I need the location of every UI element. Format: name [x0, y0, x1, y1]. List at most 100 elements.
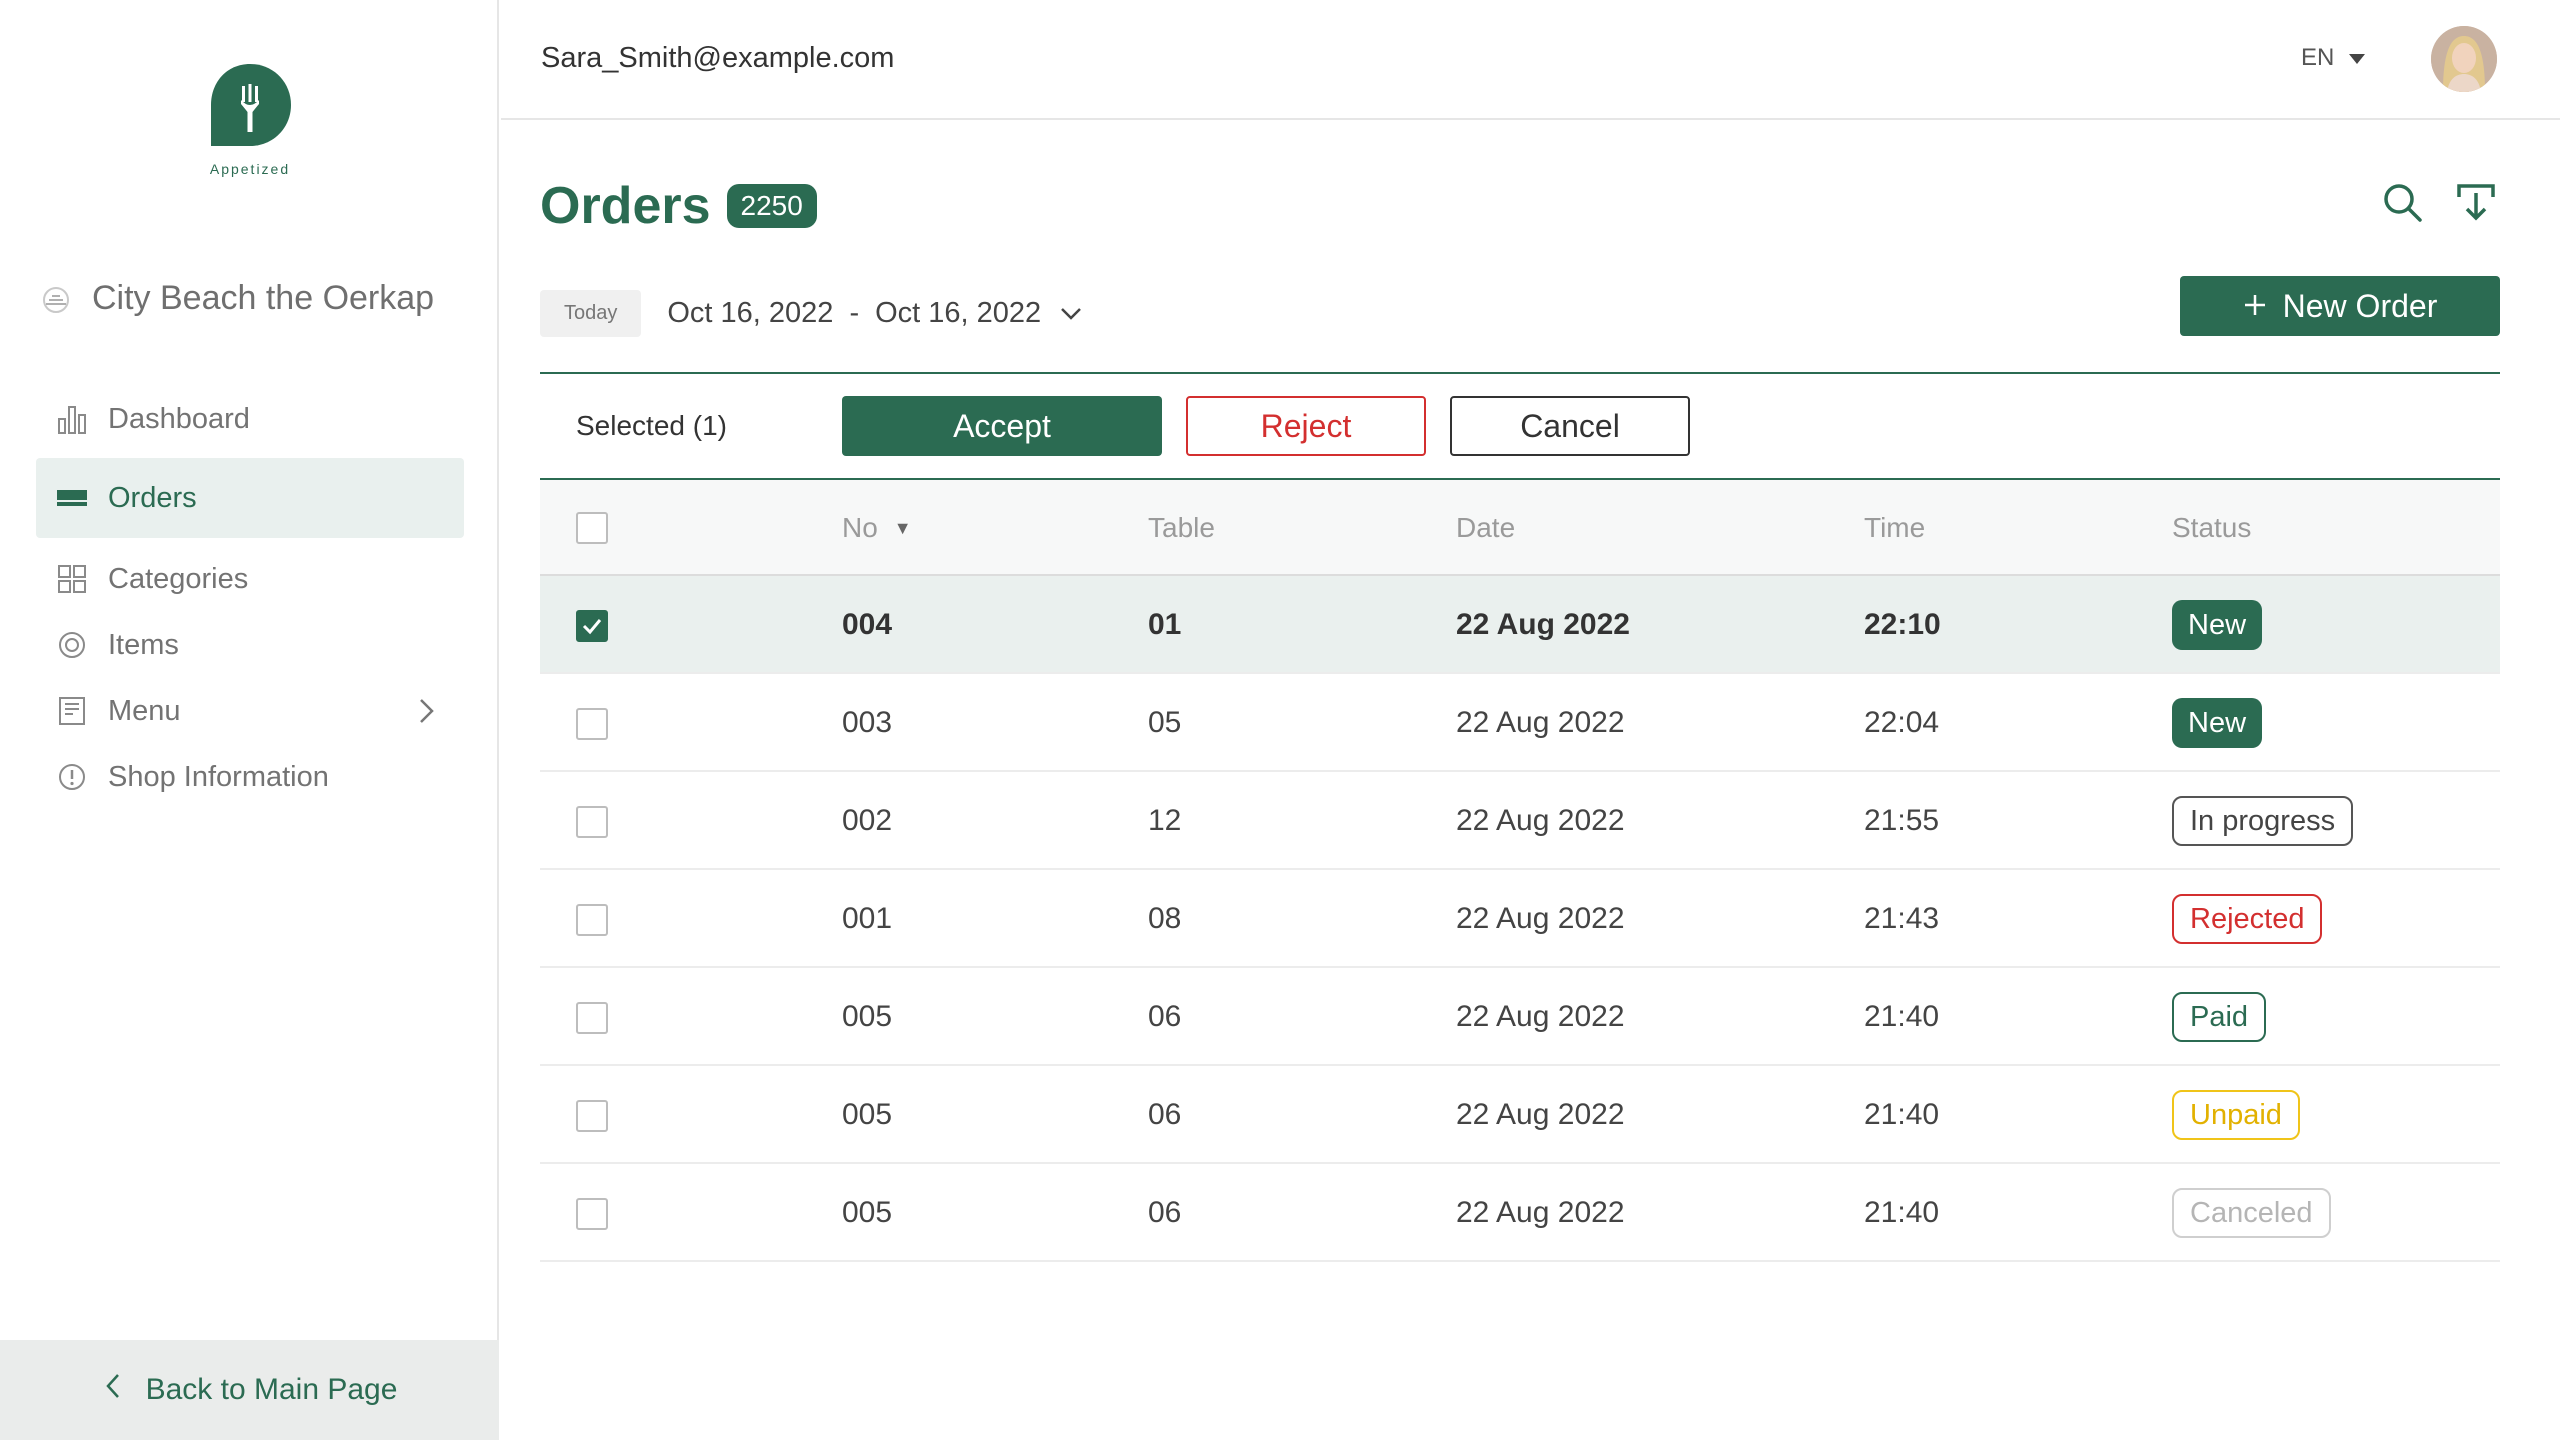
- row-checkbox[interactable]: [576, 904, 608, 936]
- reject-button[interactable]: Reject: [1186, 396, 1426, 456]
- row-checkbox[interactable]: [576, 1002, 608, 1034]
- table-row[interactable]: 001 08 22 Aug 2022 21:43 Rejected: [540, 870, 2500, 968]
- caret-down-icon: [2348, 44, 2366, 72]
- order-date: 22 Aug 2022: [1456, 1000, 1625, 1033]
- table-header: No ▼ Table Date Time Status: [540, 480, 2500, 576]
- cancel-button[interactable]: Cancel: [1450, 396, 1690, 456]
- row-checkbox[interactable]: [576, 806, 608, 838]
- brand-name: Appetized: [209, 161, 291, 177]
- row-checkbox[interactable]: [576, 1100, 608, 1132]
- sidebar: Appetized City Beach the Oerkap Dashboar…: [0, 0, 499, 1440]
- table-row[interactable]: 002 12 22 Aug 2022 21:55 In progress: [540, 772, 2500, 870]
- order-time: 21:40: [1864, 1000, 1940, 1033]
- order-number: 002: [842, 804, 893, 837]
- title-row: Orders 2250: [540, 176, 817, 236]
- fork-logo-icon: [211, 64, 291, 146]
- target-icon: [56, 629, 88, 661]
- toolbar-icons: [2352, 178, 2500, 226]
- status-badge: Canceled: [2172, 1188, 2331, 1238]
- row-checkbox[interactable]: [576, 1198, 608, 1230]
- new-order-button[interactable]: New Order: [2180, 276, 2500, 336]
- venue-logo-icon: [43, 287, 69, 313]
- table-row[interactable]: 003 05 22 Aug 2022 22:04 New: [540, 674, 2500, 772]
- column-header-time: Time: [1864, 512, 1926, 543]
- order-date: 22 Aug 2022: [1456, 608, 1630, 641]
- order-date: 22 Aug 2022: [1456, 1098, 1625, 1131]
- sidebar-item-label: Categories: [108, 562, 249, 595]
- date-separator: -: [849, 297, 860, 329]
- sort-down-icon: ▼: [893, 517, 912, 538]
- sidebar-item-categories[interactable]: Categories: [36, 546, 464, 612]
- sidebar-item-shop-information[interactable]: Shop Information: [36, 744, 464, 810]
- sidebar-item-dashboard[interactable]: Dashboard: [36, 386, 464, 452]
- sidebar-nav: Dashboard Orders Categories Items Menu S…: [36, 386, 464, 810]
- order-time: 21:40: [1864, 1196, 1940, 1229]
- sidebar-item-orders[interactable]: Orders: [36, 458, 464, 538]
- column-header-no[interactable]: No ▼: [842, 512, 912, 544]
- venue-name: City Beach the Oerkap: [92, 278, 435, 317]
- bulk-action-bar: Selected (1) Accept Reject Cancel: [540, 372, 2500, 480]
- column-header-label: No: [842, 512, 878, 543]
- status-badge: In progress: [2172, 796, 2354, 846]
- order-time: 21:55: [1864, 804, 1940, 837]
- order-number: 003: [842, 706, 893, 739]
- order-date: 22 Aug 2022: [1456, 706, 1625, 739]
- order-date: 22 Aug 2022: [1456, 902, 1625, 935]
- table-number: 08: [1148, 902, 1182, 935]
- date-range-picker[interactable]: Oct 16, 2022 - Oct 16, 2022: [667, 297, 1083, 330]
- table-number: 12: [1148, 804, 1182, 837]
- select-all-checkbox[interactable]: [576, 512, 608, 544]
- back-to-main-label: Back to Main Page: [145, 1373, 398, 1406]
- order-number: 005: [842, 1000, 893, 1033]
- sidebar-item-label: Shop Information: [108, 760, 329, 793]
- book-icon: [56, 695, 88, 727]
- orders-icon: [56, 482, 88, 514]
- table-row[interactable]: 005 06 22 Aug 2022 21:40 Unpaid: [540, 1066, 2500, 1164]
- language-label: EN: [2301, 44, 2335, 71]
- chevron-left-icon: [102, 1371, 124, 1409]
- sidebar-item-label: Items: [108, 628, 179, 661]
- chevron-right-icon: [412, 696, 440, 734]
- search-icon[interactable]: [2378, 178, 2426, 226]
- table-row[interactable]: 005 06 22 Aug 2022 21:40 Canceled: [540, 1164, 2500, 1262]
- date-to: Oct 16, 2022: [875, 297, 1042, 329]
- order-time: 22:10: [1864, 608, 1941, 641]
- avatar[interactable]: [2431, 26, 2497, 92]
- order-number: 001: [842, 902, 893, 935]
- grid-icon: [56, 563, 88, 595]
- date-from: Oct 16, 2022: [667, 297, 834, 329]
- table-row[interactable]: 005 06 22 Aug 2022 21:40 Paid: [540, 968, 2500, 1066]
- orders-count-badge: 2250: [726, 184, 817, 228]
- new-order-label: New Order: [2282, 287, 2438, 324]
- venue-selector[interactable]: City Beach the Oerkap: [36, 278, 434, 318]
- selected-count: Selected (1): [576, 410, 727, 441]
- accept-button[interactable]: Accept: [842, 396, 1162, 456]
- column-header-status: Status: [2172, 512, 2252, 543]
- order-time: 21:40: [1864, 1098, 1940, 1131]
- today-button[interactable]: Today: [540, 290, 642, 337]
- order-number: 005: [842, 1098, 893, 1131]
- bar-chart-icon: [56, 403, 88, 435]
- language-selector[interactable]: EN: [2301, 44, 2366, 72]
- top-bar: Sara_Smith@example.com EN: [501, 0, 2560, 120]
- sidebar-item-items[interactable]: Items: [36, 612, 464, 678]
- status-badge: Paid: [2172, 992, 2267, 1042]
- date-filter-row: Today Oct 16, 2022 - Oct 16, 2022: [540, 290, 1083, 337]
- status-badge: New: [2172, 600, 2263, 650]
- check-icon: [582, 619, 602, 635]
- table-number: 06: [1148, 1196, 1182, 1229]
- user-email: Sara_Smith@example.com: [541, 42, 895, 74]
- plus-icon: [2243, 287, 2267, 326]
- download-icon[interactable]: [2452, 178, 2500, 226]
- back-to-main-button[interactable]: Back to Main Page: [0, 1340, 499, 1440]
- order-date: 22 Aug 2022: [1456, 1196, 1625, 1229]
- row-checkbox[interactable]: [576, 708, 608, 740]
- table-number: 06: [1148, 1000, 1182, 1033]
- table-row[interactable]: 004 01 22 Aug 2022 22:10 New: [540, 576, 2500, 674]
- sidebar-item-menu[interactable]: Menu: [36, 678, 464, 744]
- row-checkbox[interactable]: [576, 610, 608, 642]
- brand-logo[interactable]: Appetized: [200, 60, 300, 177]
- info-icon: [56, 761, 88, 793]
- sidebar-item-label: Dashboard: [108, 402, 250, 435]
- column-header-date: Date: [1456, 512, 1516, 543]
